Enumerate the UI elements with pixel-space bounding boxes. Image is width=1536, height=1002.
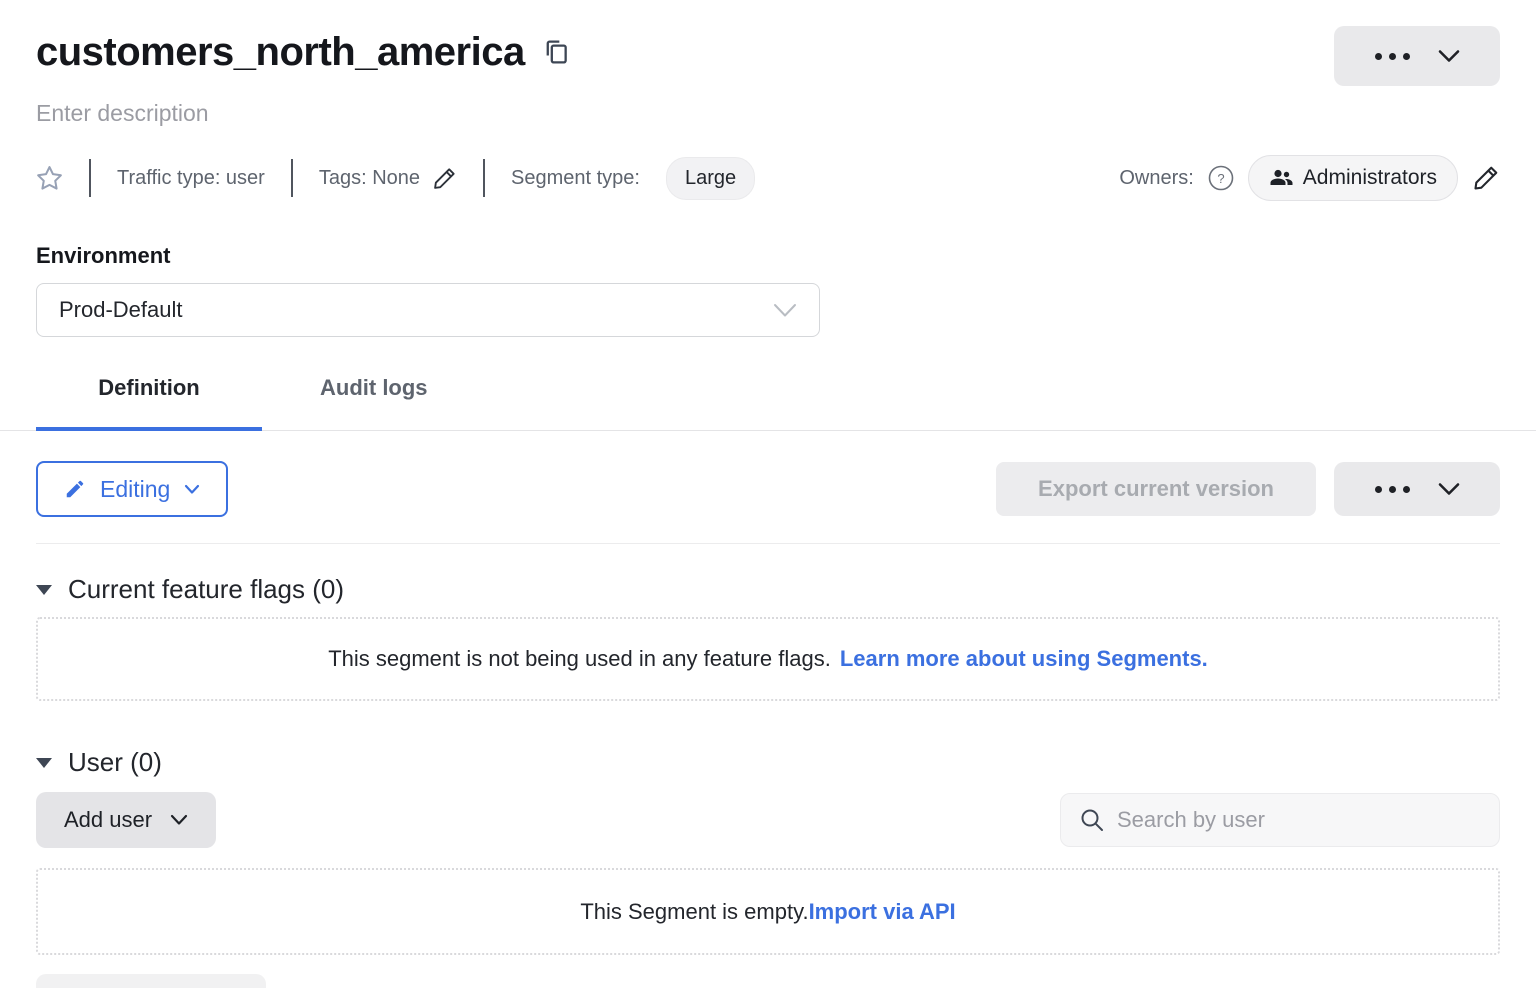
segment-detail-page: customers_north_america Enter descriptio… xyxy=(0,0,1536,1002)
tags-group: Tags: None xyxy=(319,166,457,191)
toolbar-right-group: Export current version xyxy=(996,462,1500,516)
environment-selected-value: Prod-Default xyxy=(59,297,183,323)
pencil-icon xyxy=(64,478,86,500)
search-icon xyxy=(1079,807,1105,833)
user-search-input[interactable] xyxy=(1117,807,1481,833)
segment-type-badge: Large xyxy=(666,157,755,200)
owners-badge[interactable]: Administrators xyxy=(1248,155,1458,201)
environment-select[interactable]: Prod-Default xyxy=(36,283,820,337)
divider xyxy=(291,159,293,197)
divider xyxy=(36,543,1500,544)
tab-audit-logs[interactable]: Audit logs xyxy=(320,375,428,431)
user-empty-text: This Segment is empty. xyxy=(580,899,808,925)
edit-owners-pencil-icon[interactable] xyxy=(1472,164,1500,192)
environment-label: Environment xyxy=(36,243,1500,269)
divider xyxy=(89,159,91,197)
svg-text:?: ? xyxy=(1217,171,1224,186)
help-circle-icon[interactable]: ? xyxy=(1208,165,1234,191)
ellipsis-icon xyxy=(1375,486,1410,493)
user-search-box xyxy=(1060,793,1500,847)
definition-toolbar: Editing Export current version xyxy=(36,461,1500,517)
description-field[interactable]: Enter description xyxy=(36,100,1500,127)
page-title: customers_north_america xyxy=(36,26,525,78)
triangle-down-icon xyxy=(36,758,52,768)
copy-icon[interactable] xyxy=(543,37,571,67)
divider xyxy=(483,159,485,197)
owners-value: Administrators xyxy=(1303,166,1437,190)
page-actions-menu-button[interactable] xyxy=(1334,26,1500,86)
editing-mode-button[interactable]: Editing xyxy=(36,461,228,517)
title-row: customers_north_america xyxy=(36,0,1500,86)
editing-label: Editing xyxy=(100,476,170,503)
segment-type-group: Segment type: Large xyxy=(511,157,755,200)
definition-actions-menu-button[interactable] xyxy=(1334,462,1500,516)
people-icon xyxy=(1269,168,1293,188)
star-icon[interactable] xyxy=(36,165,63,191)
import-via-api-link[interactable]: Import via API xyxy=(809,899,956,925)
user-toolbar: Add user xyxy=(36,792,1500,848)
chevron-down-icon xyxy=(170,814,188,826)
feature-flags-heading: Current feature flags (0) xyxy=(68,574,344,605)
user-section-header[interactable]: User (0) xyxy=(36,747,162,778)
export-current-version-button[interactable]: Export current version xyxy=(996,462,1316,516)
chevron-down-icon xyxy=(184,484,200,495)
feature-flags-empty-state: This segment is not being used in any fe… xyxy=(36,617,1500,701)
meta-row: Traffic type: user Tags: None Segment ty… xyxy=(36,155,1500,201)
tab-bar: Definition Audit logs xyxy=(36,375,1500,431)
chevron-down-icon xyxy=(773,303,797,318)
tab-definition[interactable]: Definition xyxy=(36,375,262,431)
segment-type-label: Segment type: xyxy=(511,167,640,190)
owners-label: Owners: xyxy=(1119,167,1193,190)
chevron-down-icon xyxy=(1438,482,1460,496)
feature-flags-section-header[interactable]: Current feature flags (0) xyxy=(36,574,344,605)
triangle-down-icon xyxy=(36,585,52,595)
user-heading: User (0) xyxy=(68,747,162,778)
ellipsis-icon xyxy=(1375,53,1410,60)
tags-label: Tags: None xyxy=(319,167,420,190)
add-user-button[interactable]: Add user xyxy=(36,792,216,848)
feature-flags-empty-text: This segment is not being used in any fe… xyxy=(328,646,831,672)
chevron-down-icon xyxy=(1438,49,1460,63)
edit-tags-pencil-icon[interactable] xyxy=(432,166,457,191)
owners-group: Owners: ? Administrators xyxy=(1119,155,1500,201)
learn-more-link[interactable]: Learn more about using Segments. xyxy=(840,646,1208,672)
title-wrap: customers_north_america xyxy=(36,26,571,78)
traffic-type-label: Traffic type: user xyxy=(117,167,265,190)
user-empty-state: This Segment is empty. Import via API xyxy=(36,868,1500,955)
add-user-label: Add user xyxy=(64,807,152,833)
cutoff-bottom-control xyxy=(36,974,266,988)
